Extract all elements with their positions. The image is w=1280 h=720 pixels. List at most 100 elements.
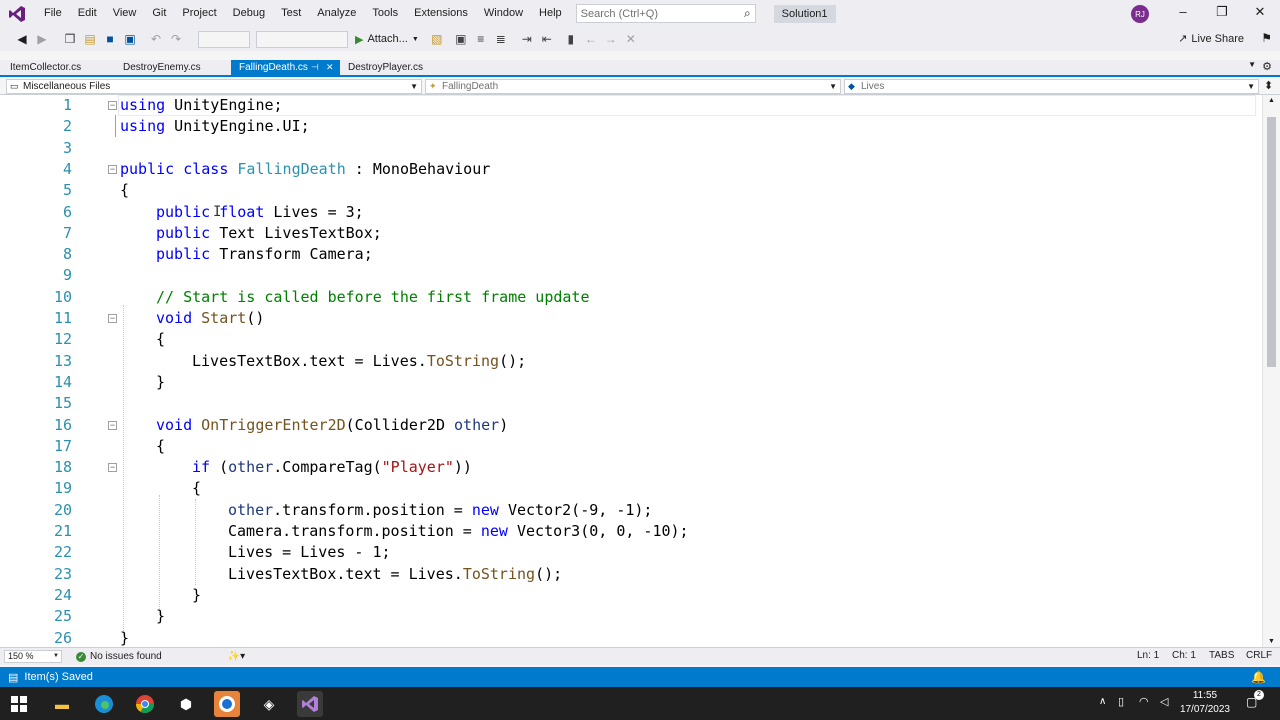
fold-toggle-icon[interactable]: − [108, 420, 117, 430]
fold-toggle-icon[interactable]: − [108, 101, 117, 110]
text-cursor-icon: I [213, 203, 222, 220]
fold-toggle-icon[interactable]: − [108, 164, 117, 174]
notifications-bell-icon[interactable]: 🔔 [1251, 670, 1266, 684]
project-dropdown[interactable]: ▭ Miscellaneous Files ▼ [6, 79, 422, 94]
clear-bookmarks-icon[interactable]: ✕ [623, 31, 639, 47]
chevron-down-icon: ▼ [410, 82, 418, 91]
format-icon[interactable]: ≡ [473, 31, 489, 47]
indent-mode[interactable]: TABS [1209, 650, 1234, 661]
check-icon: ✓ [76, 651, 86, 662]
code-editor[interactable]: 1 − using UnityEngine; 2 using UnityEngi… [0, 95, 1262, 647]
line-ending[interactable]: CRLF [1246, 650, 1272, 661]
visual-studio-logo-icon[interactable] [8, 5, 26, 23]
new-project-icon[interactable]: ❒ [62, 31, 78, 47]
wifi-icon[interactable]: ◠ [1139, 695, 1149, 708]
back-icon[interactable]: ◀ [14, 31, 30, 47]
taskbar-clock[interactable]: 11:55 17/07/2023 [1180, 689, 1230, 717]
zoom-dropdown[interactable]: 150 % ▼ [4, 650, 62, 663]
minimize-button[interactable]: – [1173, 4, 1193, 22]
scroll-up-icon[interactable]: ▲ [1268, 97, 1275, 104]
redo-icon[interactable]: ↷ [168, 31, 184, 47]
next-bookmark-icon[interactable]: → [603, 31, 619, 47]
menu-git[interactable]: Git [144, 0, 174, 27]
vertical-scrollbar[interactable]: ▲ ▼ [1262, 95, 1280, 647]
menu-edit[interactable]: Edit [70, 0, 105, 27]
unity-hub-icon[interactable]: ⬢ [173, 691, 199, 717]
menu-project[interactable]: Project [174, 0, 224, 27]
unity-editor-icon[interactable]: ◈ [256, 691, 282, 717]
indent-icon[interactable]: ⇥ [519, 31, 535, 47]
search-input[interactable]: Search (Ctrl+Q) ⌕ [575, 4, 756, 23]
platform-dropdown[interactable] [256, 30, 348, 48]
menu-file[interactable]: File [36, 0, 70, 27]
prev-bookmark-icon[interactable]: ← [583, 31, 599, 47]
close-button[interactable]: ✕ [1250, 4, 1270, 22]
scrollbar-thumb[interactable] [1267, 117, 1276, 367]
split-editor-icon[interactable]: ⬍ [1264, 79, 1273, 92]
menu-tools[interactable]: Tools [364, 0, 406, 27]
live-share-button[interactable]: ↗ Live Share [1178, 32, 1244, 46]
menu-test[interactable]: Test [273, 0, 309, 27]
file-explorer-icon[interactable]: ▬ [49, 691, 75, 717]
code-line: 4 − public class FallingDeath : MonoBeha… [0, 159, 1262, 180]
save-all-icon[interactable]: ▣ [122, 31, 138, 47]
pin-icon[interactable]: ⊣ [311, 60, 319, 75]
issues-status[interactable]: No issues found [90, 651, 162, 662]
solution-name[interactable]: Solution1 [773, 4, 836, 23]
undo-icon[interactable]: ↶ [148, 31, 164, 47]
attach-button[interactable]: ▶ Attach... ▼ [355, 33, 419, 46]
comment-icon[interactable]: ≣ [493, 31, 509, 47]
microphone-icon[interactable]: ▯ [1118, 695, 1124, 708]
find-in-files-icon[interactable]: ▧ [429, 31, 445, 47]
tab-destroyplayer[interactable]: DestroyPlayer.cs [340, 60, 450, 75]
bookmark-icon[interactable]: ▮ [563, 31, 579, 47]
code-line: 20 other.transform.position = new Vector… [0, 500, 1262, 521]
member-dropdown[interactable]: ◆ Lives ▼ [844, 79, 1259, 94]
tab-list-dropdown-icon[interactable]: ▼ [1248, 60, 1256, 69]
volume-icon[interactable]: ◁ [1160, 695, 1168, 708]
play-icon: ▶ [355, 33, 364, 46]
column-indicator[interactable]: Ch: 1 [1172, 650, 1196, 661]
chrome-browser-icon[interactable] [132, 691, 158, 717]
code-cleanup-icon[interactable]: ✨▾ [228, 651, 245, 662]
code-line: 24 } [0, 585, 1262, 606]
visual-studio-taskbar-icon[interactable] [297, 691, 323, 717]
line-number: 24 [53, 585, 72, 604]
menu-bar: File Edit View Git Project Debug Test An… [0, 0, 1280, 27]
tray-chevron-up-icon[interactable]: ∧ [1099, 696, 1106, 707]
configuration-dropdown[interactable] [198, 30, 250, 48]
screenshot-icon[interactable]: ▣ [453, 31, 469, 47]
forward-icon[interactable]: ▶ [34, 31, 50, 47]
menu-window[interactable]: Window [476, 0, 531, 27]
code-text: public Transform Camera; [156, 245, 373, 264]
menu-view[interactable]: View [105, 0, 145, 27]
save-icon[interactable]: ■ [102, 31, 118, 47]
user-avatar[interactable]: RJ [1131, 5, 1149, 23]
edge-browser-icon[interactable] [91, 691, 117, 717]
menu-extensions[interactable]: Extensions [406, 0, 476, 27]
scroll-down-icon[interactable]: ▼ [1268, 638, 1275, 645]
tab-close-icon[interactable]: ✕ [326, 60, 334, 75]
line-indicator[interactable]: Ln: 1 [1137, 650, 1159, 661]
code-text: void Start() [156, 309, 265, 327]
line-number: 19 [53, 479, 72, 498]
menu-debug[interactable]: Debug [225, 0, 273, 27]
tab-fallingdeath[interactable]: FallingDeath.cs ⊣ ✕ [231, 60, 340, 75]
line-number: 2 [62, 117, 72, 136]
recording-app-icon[interactable] [214, 691, 240, 717]
feedback-icon[interactable]: ⚑ [1261, 31, 1272, 45]
menu-analyze[interactable]: Analyze [309, 0, 364, 27]
fold-toggle-icon[interactable]: − [108, 314, 117, 323]
tab-itemcollector[interactable]: ItemCollector.cs [2, 60, 114, 75]
settings-gear-icon[interactable]: ⚙ [1262, 60, 1272, 73]
outdent-icon[interactable]: ⇤ [539, 31, 555, 47]
type-dropdown[interactable]: ✦ FallingDeath ▼ [425, 79, 841, 94]
notification-count-badge: 2 [1254, 690, 1264, 700]
fold-toggle-icon[interactable]: − [108, 463, 117, 473]
maximize-button[interactable]: ❐ [1212, 4, 1232, 22]
tab-destroyenemy[interactable]: DestroyEnemy.cs [115, 60, 229, 75]
windows-start-icon[interactable] [6, 691, 32, 717]
tab-label: DestroyPlayer.cs [348, 62, 424, 73]
menu-help[interactable]: Help [531, 0, 570, 27]
open-icon[interactable]: ▤ [82, 31, 98, 47]
